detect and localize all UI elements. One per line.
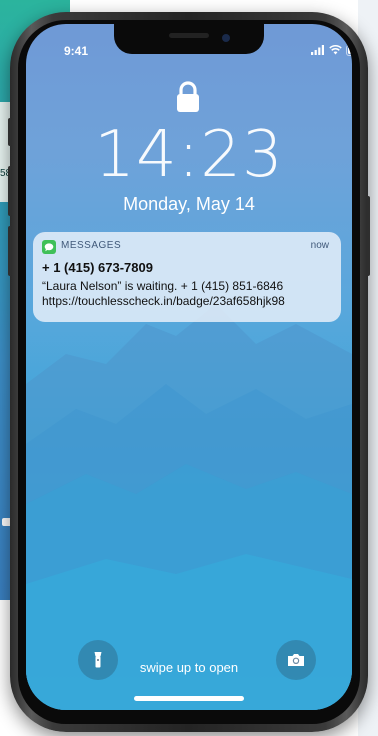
battery-icon — [346, 44, 352, 56]
wifi-icon — [329, 45, 342, 55]
notification-app-name: MESSAGES — [61, 240, 122, 251]
swipe-hint: swipe up to open — [139, 660, 239, 675]
lock-icon — [177, 81, 199, 112]
phone-notch — [114, 24, 264, 54]
signal-icon — [311, 45, 324, 55]
notification-sender: + 1 (415) 673-7809 — [42, 260, 153, 275]
mute-switch — [8, 118, 12, 146]
lock-date: Monday, May 14 — [123, 194, 255, 214]
notification-body: “Laura Nelson” is waiting. + 1 (415) 851… — [42, 279, 338, 309]
earpiece-speaker — [169, 33, 209, 38]
notification-body-line: “Laura Nelson” is waiting. + 1 (415) 851… — [42, 279, 284, 293]
messages-app-icon — [42, 240, 56, 254]
status-icons — [311, 44, 352, 56]
notification-time: now — [310, 240, 329, 251]
front-camera — [222, 34, 230, 42]
message-notification[interactable]: MESSAGES now + 1 (415) 673-7809 “Laura N… — [33, 232, 341, 322]
status-time: 9:41 — [64, 44, 89, 58]
power-button — [366, 196, 370, 276]
volume-up-button — [8, 166, 12, 216]
lock-screen[interactable]: 9:41 14:23 Monday, May 14 MESSAGES now +… — [26, 24, 352, 710]
home-indicator[interactable] — [134, 696, 244, 701]
lock-clock: 14:23 — [94, 118, 284, 192]
volume-down-button — [8, 226, 12, 276]
notification-link: https://touchlesscheck.in/badge/23af658h… — [42, 294, 285, 308]
